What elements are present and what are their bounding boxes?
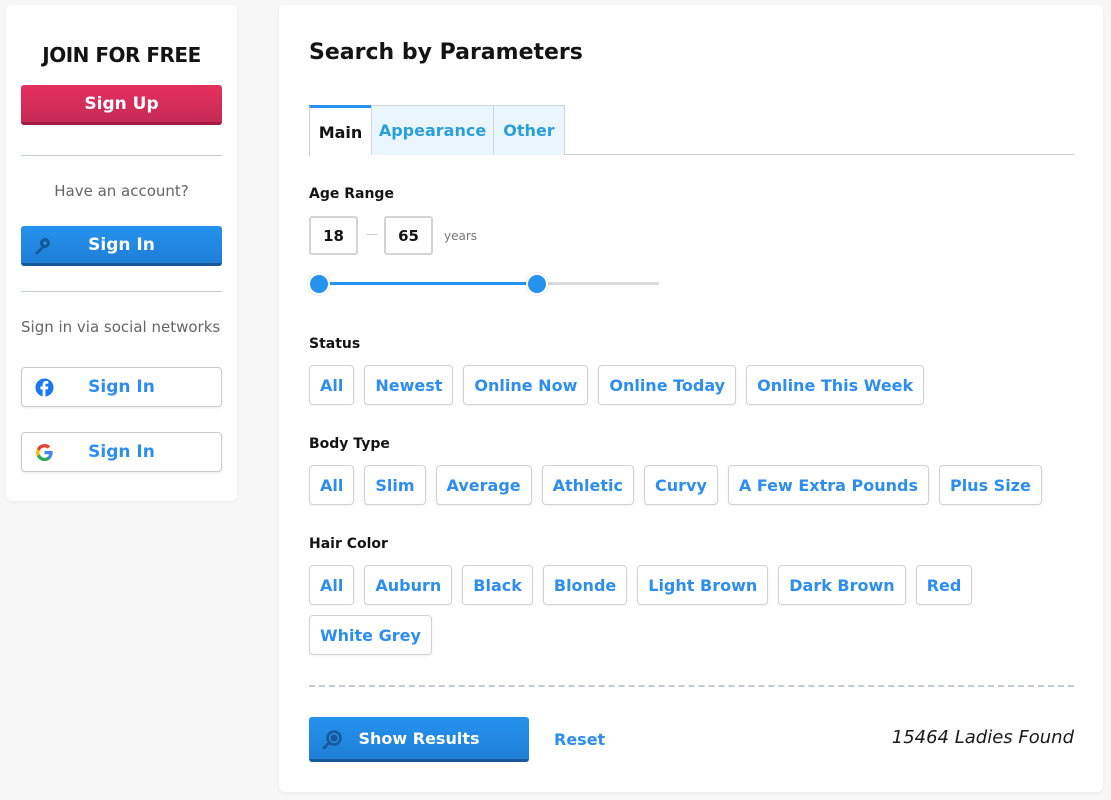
have-account-text: Have an account? <box>54 182 189 200</box>
body-type-option[interactable]: A Few Extra Pounds <box>727 465 929 505</box>
sign-in-button[interactable]: Sign In <box>21 226 222 266</box>
body-type-option[interactable]: Plus Size <box>938 465 1042 505</box>
body-type-option[interactable]: Curvy <box>644 465 718 505</box>
slider-handle-min[interactable] <box>308 273 330 295</box>
page-title: Search by Parameters <box>309 40 583 65</box>
hair-color-option[interactable]: Auburn <box>364 565 453 605</box>
age-range-slider[interactable] <box>308 273 659 295</box>
hair-color-option[interactable]: Blonde <box>542 565 628 605</box>
status-options: All Newest Online Now Online Today Online Th… <box>309 365 1074 405</box>
hair-color-option[interactable]: Red <box>915 565 973 605</box>
google-sign-in-label: Sign In <box>88 442 155 462</box>
sign-up-button[interactable]: Sign Up <box>21 85 222 125</box>
body-type-option[interactable]: Athletic <box>541 465 634 505</box>
status-label: Status <box>309 336 361 352</box>
social-networks-label: Sign in via social networks <box>21 318 221 336</box>
slider-selected-range <box>319 282 537 285</box>
tab-main-label: Main <box>318 122 363 142</box>
body-type-option[interactable]: All <box>309 465 355 505</box>
join-title: JOIN FOR FREE <box>42 43 201 67</box>
hair-color-option[interactable]: Dark Brown <box>778 565 906 605</box>
tab-appearance-label: Appearance <box>378 121 487 140</box>
tab-main[interactable]: Main <box>309 105 371 156</box>
age-max-input[interactable]: 65 <box>384 216 433 255</box>
hair-color-label: Hair Color <box>309 536 388 552</box>
hair-color-option[interactable]: Light Brown <box>637 565 769 605</box>
status-option[interactable]: Online Now <box>463 365 589 405</box>
dashed-divider <box>309 685 1074 687</box>
search-icon <box>322 730 342 750</box>
body-type-label: Body Type <box>309 436 390 452</box>
divider <box>21 155 222 156</box>
google-icon <box>35 443 53 462</box>
hair-color-options: All Auburn Black Blonde Light Brown Dark Brow… <box>309 565 1074 655</box>
age-unit-label: years <box>444 229 478 243</box>
google-sign-in-button[interactable]: Sign In <box>21 432 222 472</box>
key-icon <box>35 238 50 255</box>
facebook-icon <box>35 378 54 397</box>
tab-appearance[interactable]: Appearance <box>371 105 494 155</box>
facebook-sign-in-button[interactable]: Sign In <box>21 367 222 407</box>
results-count: 15464 Ladies Found <box>891 727 1074 748</box>
reset-link[interactable]: Reset <box>554 730 605 749</box>
tab-other[interactable]: Other <box>494 105 565 155</box>
hair-color-option[interactable]: White Grey <box>309 615 432 655</box>
sign-up-label: Sign Up <box>84 93 159 114</box>
facebook-sign-in-label: Sign In <box>88 377 155 397</box>
status-option[interactable]: Online This Week <box>746 365 925 405</box>
age-range-label: Age Range <box>309 186 394 202</box>
status-option[interactable]: All <box>309 365 355 405</box>
search-tabs: Main Appearance Other <box>309 105 1074 156</box>
hair-color-option[interactable]: Black <box>462 565 533 605</box>
sidebar-signup-panel: JOIN FOR FREE Sign Up Have an account? S… <box>6 5 237 501</box>
status-option[interactable]: Newest <box>364 365 454 405</box>
age-range-dash <box>367 234 377 235</box>
slider-handle-max[interactable] <box>525 273 548 295</box>
search-panel: Search by Parameters Main Appearance Oth… <box>279 5 1103 792</box>
sign-in-label: Sign In <box>88 234 155 255</box>
divider <box>21 291 222 292</box>
show-results-label: Show Results <box>358 728 480 748</box>
hair-color-option[interactable]: All <box>309 565 355 605</box>
tab-other-label: Other <box>503 121 555 140</box>
body-type-option[interactable]: Average <box>435 465 532 505</box>
show-results-button[interactable]: Show Results <box>309 717 529 762</box>
age-min-input[interactable]: 18 <box>309 216 358 255</box>
body-type-option[interactable]: Slim <box>364 465 426 505</box>
status-option[interactable]: Online Today <box>598 365 737 405</box>
body-type-options: All Slim Average Athletic Curvy A Few Extra P… <box>309 465 1074 505</box>
